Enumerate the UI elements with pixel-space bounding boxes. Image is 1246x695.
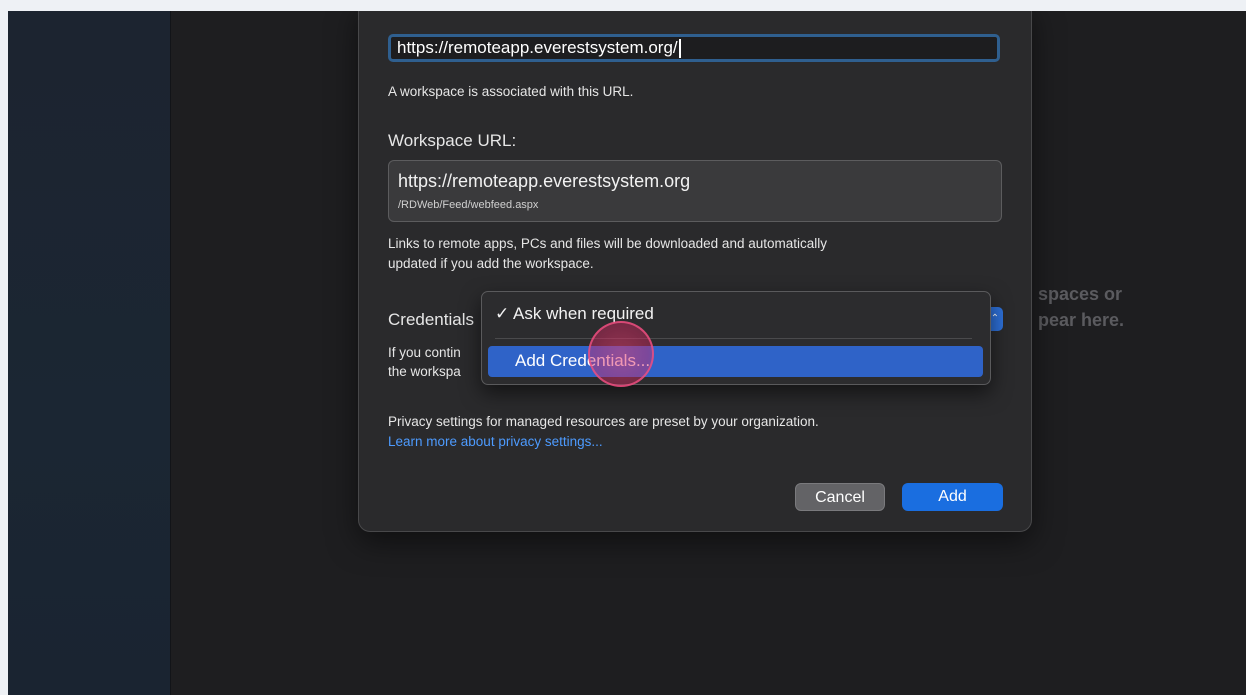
menu-item-ask-when-required[interactable]: ✓ Ask when required (495, 304, 654, 324)
workspace-url-label: Workspace URL: (388, 131, 517, 150)
url-association-note: A workspace is associated with this URL. (388, 84, 634, 99)
add-workspace-dialog: https://remoteapp.everestsystem.org/ A w… (358, 11, 1032, 532)
url-input-text: https://remoteapp.everestsystem.org/ (397, 38, 678, 57)
workspace-url-path: /RDWeb/Feed/webfeed.aspx (398, 199, 539, 211)
credentials-label: Credentials (388, 310, 474, 329)
text-caret (678, 39, 681, 59)
workspace-url-display: https://remoteapp.everestsystem.org /RDW… (388, 160, 1002, 222)
cancel-button[interactable]: Cancel (795, 483, 885, 511)
empty-state-line-1: spaces or (1038, 284, 1123, 304)
add-button[interactable]: Add (902, 483, 1003, 511)
links-note-line-1: Links to remote apps, PCs and files will… (388, 236, 827, 251)
menu-separator (495, 338, 972, 339)
menu-item-add-credentials[interactable]: Add Credentials... (488, 346, 983, 377)
credentials-dropdown-menu: ✓ Ask when required Add Credentials... (481, 291, 991, 385)
links-note-line-2: updated if you add the workspace. (388, 256, 594, 271)
click-indicator (588, 321, 654, 387)
empty-state-message: spaces or pear here. (1038, 281, 1124, 333)
sidebar (8, 11, 171, 695)
workspace-url-input[interactable]: https://remoteapp.everestsystem.org/ (388, 34, 1000, 62)
workspace-url-main: https://remoteapp.everestsystem.org (398, 171, 691, 191)
credentials-note-line-2: the workspa (388, 364, 461, 379)
privacy-note: Privacy settings for managed resources a… (388, 414, 819, 429)
credentials-note-line-1: If you contin (388, 345, 461, 360)
empty-state-line-2: pear here. (1038, 310, 1125, 330)
privacy-settings-link[interactable]: Learn more about privacy settings... (388, 434, 603, 449)
